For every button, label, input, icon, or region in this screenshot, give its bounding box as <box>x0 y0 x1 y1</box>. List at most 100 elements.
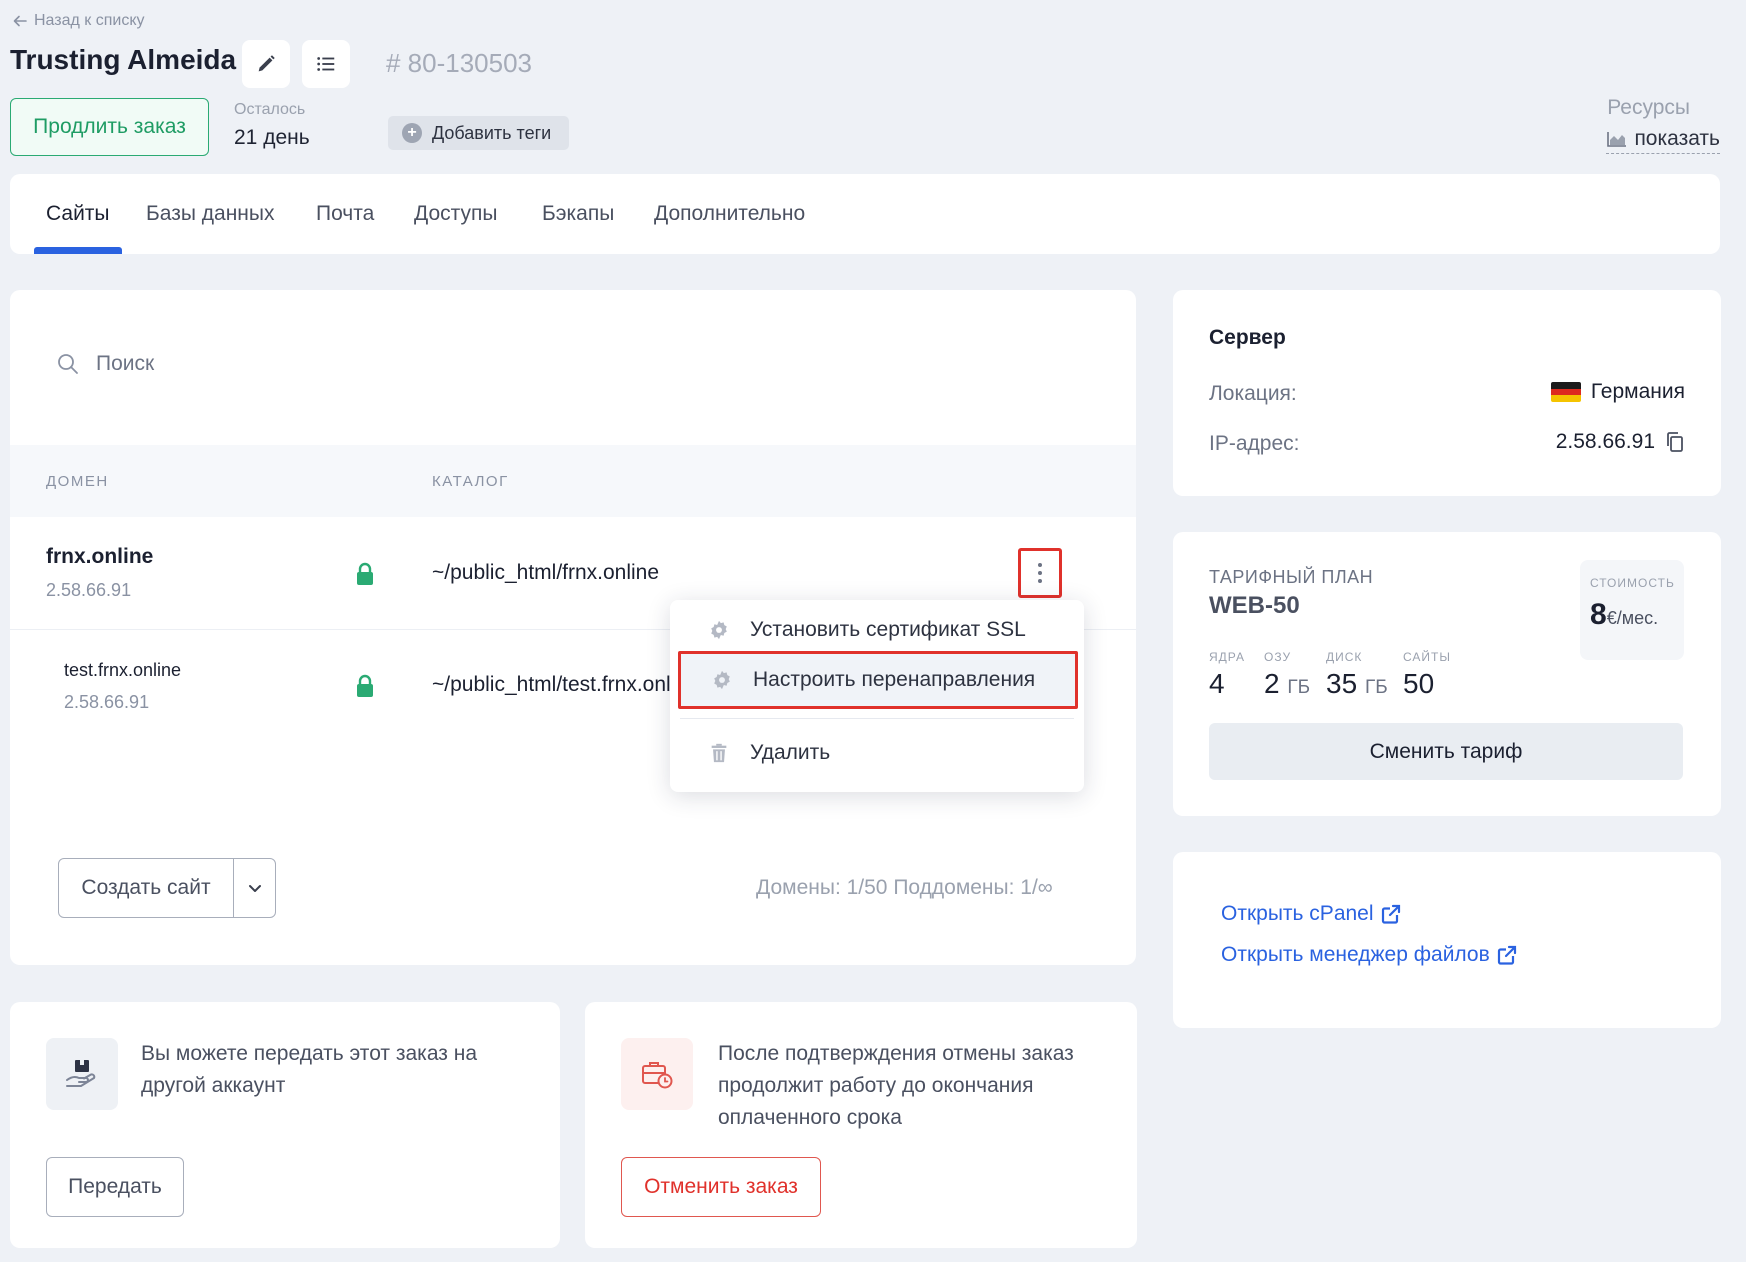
kebab-icon <box>1038 563 1042 583</box>
tab-access[interactable]: Доступы <box>414 202 497 226</box>
germany-flag-icon <box>1550 382 1581 402</box>
catalog-path: ~/public_html/test.frnx.online <box>432 673 682 696</box>
briefcase-clock-icon <box>642 1062 673 1089</box>
list-view-button[interactable] <box>302 40 350 88</box>
transfer-text: Вы можете передать этот заказ на другой … <box>141 1042 477 1097</box>
price-value: 8€/мес. <box>1590 598 1658 632</box>
ip-text: 2.58.66.91 <box>1555 430 1655 453</box>
plan-card: ТАРИФНЫЙ ПЛАН WEB-50 СТОИМОСТЬ 8€/мес. Я… <box>1173 532 1721 816</box>
open-file-manager-label: Открыть менеджер файлов <box>1221 943 1490 966</box>
page-title: Trusting Almeida <box>10 44 237 75</box>
tab-backups[interactable]: Бэкапы <box>542 202 614 226</box>
create-site-button[interactable]: Создать сайт <box>59 859 233 917</box>
row-actions-button[interactable] <box>1018 548 1062 598</box>
plus-circle-icon: + <box>402 123 422 143</box>
search-icon <box>58 354 78 374</box>
tab-mail[interactable]: Почта <box>316 202 374 226</box>
remaining-label: Осталось <box>234 101 306 118</box>
add-tags-label: Добавить теги <box>432 122 552 143</box>
transfer-order-card: Вы можете передать этот заказ на другой … <box>10 1002 560 1248</box>
add-tags-button[interactable]: + Добавить теги <box>388 116 570 150</box>
spec-unit: ГБ <box>1287 677 1311 698</box>
cancel-icon-box <box>621 1038 693 1110</box>
search-input[interactable]: Поиск <box>56 352 154 376</box>
location-value: Германия <box>1550 380 1685 404</box>
plan-name: WEB-50 <box>1209 592 1300 619</box>
spec-value: 4 <box>1209 668 1225 700</box>
menu-item-delete[interactable]: Удалить <box>670 728 1084 778</box>
extend-order-button[interactable]: Продлить заказ <box>10 98 209 156</box>
location-text: Германия <box>1590 380 1685 403</box>
price-unit: €/мес. <box>1606 608 1659 628</box>
cancel-text: После подтверждения отмены заказ продолж… <box>718 1042 1074 1129</box>
spec-label: САЙТЫ <box>1403 650 1451 664</box>
row-actions-menu: Установить сертификат SSL Настроить пере… <box>670 600 1084 792</box>
pencil-icon <box>258 55 275 72</box>
location-label: Локация: <box>1209 382 1297 405</box>
external-link-icon <box>1381 904 1400 924</box>
table-header: ДОМЕН КАТАЛОГ <box>10 445 1136 517</box>
tab-additional[interactable]: Дополнительно <box>654 202 805 226</box>
tab-sites[interactable]: Сайты <box>46 202 110 226</box>
price-box: СТОИМОСТЬ 8€/мес. <box>1580 560 1684 660</box>
remaining-value: 21 день <box>234 126 310 149</box>
chevron-down-icon <box>248 885 261 892</box>
spec-number: 50 <box>1403 668 1435 699</box>
server-heading: Сервер <box>1209 326 1286 349</box>
resources-show-link[interactable]: показать <box>1606 127 1720 154</box>
catalog-path: ~/public_html/frnx.online <box>432 561 660 584</box>
back-link-label: Назад к списку <box>34 12 145 29</box>
gear-icon <box>714 670 730 690</box>
edit-button[interactable] <box>242 40 290 88</box>
tab-databases[interactable]: Базы данных <box>146 202 275 226</box>
open-cpanel-label: Открыть cPanel <box>1221 902 1374 925</box>
resources-show-label: показать <box>1634 127 1720 150</box>
spec-value: 50 <box>1403 668 1434 700</box>
open-cpanel-link[interactable]: Открыть cPanel <box>1221 902 1402 926</box>
domain-ip: 2.58.66.91 <box>64 692 150 712</box>
active-tab-indicator <box>34 247 122 254</box>
domain-counts: Домены: 1/50 Поддомены: 1/∞ <box>756 876 1053 899</box>
create-site-dropdown-toggle[interactable] <box>233 859 275 917</box>
domain-ip: 2.58.66.91 <box>46 580 132 600</box>
price-amount: 8 <box>1590 598 1607 631</box>
spec-value: 2 ГБ <box>1264 668 1310 700</box>
subdomain-name[interactable]: test.frnx.online <box>64 660 181 681</box>
domain-name[interactable]: frnx.online <box>46 545 153 569</box>
order-number: # 80-130503 <box>386 48 533 78</box>
arrow-left-icon <box>13 15 27 27</box>
ip-value: 2.58.66.91 <box>1556 430 1685 454</box>
cancel-order-card: После подтверждения отмены заказ продолж… <box>585 1002 1137 1248</box>
external-link-icon <box>1497 945 1516 965</box>
spec-label: ОЗУ <box>1264 650 1292 664</box>
spec-unit: ГБ <box>1364 677 1388 698</box>
list-icon <box>317 57 335 71</box>
spec-number: 4 <box>1209 668 1225 699</box>
menu-item-configure-redirects[interactable]: Настроить перенаправления <box>678 651 1078 709</box>
menu-item-install-ssl[interactable]: Установить сертификат SSL <box>670 605 1084 655</box>
external-links-card: Открыть cPanel Открыть менеджер файлов <box>1173 852 1721 1028</box>
gear-icon <box>711 620 727 640</box>
menu-item-label: Удалить <box>750 741 831 764</box>
create-site-split-button: Создать сайт <box>58 858 276 918</box>
back-link[interactable]: Назад к списку <box>12 12 145 30</box>
change-plan-button[interactable]: Сменить тариф <box>1209 723 1683 780</box>
lock-icon <box>357 674 373 697</box>
spec-label: ДИСК <box>1326 650 1363 664</box>
lock-icon <box>357 562 373 585</box>
copy-icon[interactable] <box>1665 431 1685 453</box>
tabs-bar: Сайты Базы данных Почта Доступы Бэкапы Д… <box>10 174 1720 254</box>
spec-label: ЯДРА <box>1209 650 1245 664</box>
spec-number: 2 <box>1264 668 1280 699</box>
resources-label: Ресурсы <box>1607 96 1690 119</box>
server-card: Сервер Локация: Германия IP-адрес: 2.58.… <box>1173 290 1721 496</box>
spec-number: 35 <box>1326 668 1358 699</box>
ip-label: IP-адрес: <box>1209 432 1300 455</box>
hand-box-icon <box>66 1060 96 1087</box>
price-label: СТОИМОСТЬ <box>1590 576 1675 590</box>
transfer-button[interactable]: Передать <box>46 1157 184 1217</box>
menu-divider <box>680 718 1074 719</box>
open-file-manager-link[interactable]: Открыть менеджер файлов <box>1221 943 1518 967</box>
spec-value: 35 ГБ <box>1326 668 1388 700</box>
cancel-order-button[interactable]: Отменить заказ <box>621 1157 821 1217</box>
